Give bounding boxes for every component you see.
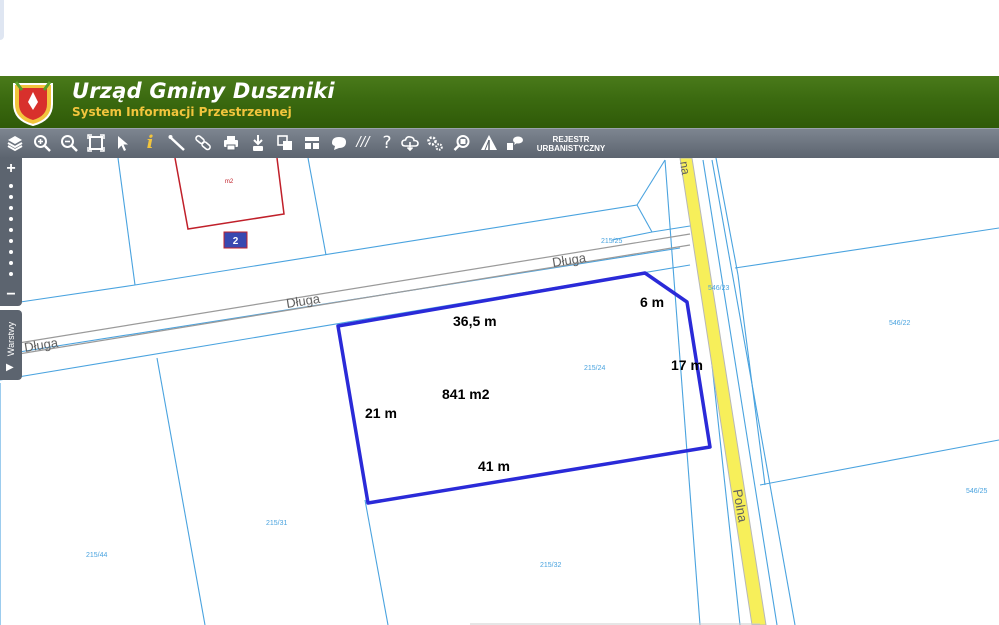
- parcel-number: 215/31: [266, 520, 288, 527]
- help-icon[interactable]: ?: [376, 132, 398, 154]
- zoom-in-icon[interactable]: [31, 132, 53, 154]
- parcel-number: 215/32: [540, 562, 562, 569]
- window-corner: [0, 0, 4, 40]
- map-canvas[interactable]: m2 2 Długa Długa Długa na Polna 215/25 5…: [0, 158, 999, 625]
- rejestr-line1: REJESTR: [552, 135, 590, 144]
- rejestr-urbanistyczny-button[interactable]: REJESTR URBANISTYCZNY: [532, 135, 610, 153]
- measurement-left-edge: 21 m: [365, 405, 397, 421]
- layout-icon[interactable]: [301, 132, 323, 154]
- expand-arrow-icon: ▶: [6, 362, 14, 373]
- layers-panel-tab[interactable]: Warstwy ▶: [0, 310, 22, 380]
- page-subtitle: System Informacji Przestrzennej: [72, 105, 292, 119]
- page-title: Urząd Gminy Duszniki: [72, 79, 335, 103]
- zoom-out-icon[interactable]: [58, 132, 80, 154]
- layers-icon[interactable]: [4, 132, 26, 154]
- building-number: 2: [233, 236, 239, 247]
- parcel-number: 215/25: [601, 238, 623, 245]
- hatch-icon[interactable]: ///: [352, 132, 374, 154]
- layers-tab-label: Warstwy: [6, 321, 16, 357]
- header-banner: Urząd Gminy Duszniki System Informacji P…: [0, 76, 999, 128]
- copy-icon[interactable]: [274, 132, 296, 154]
- zoom-level-dot[interactable]: [9, 261, 13, 265]
- measurement-top-edge: 36,5 m: [453, 313, 497, 329]
- measurement-area: 841 m2: [442, 386, 490, 402]
- measure-distance-icon[interactable]: [166, 132, 188, 154]
- building-label: m2: [225, 179, 234, 185]
- zoom-level-dot[interactable]: [9, 250, 13, 254]
- area-icon[interactable]: [328, 132, 350, 154]
- measurement-right-edge: 17 m: [671, 357, 703, 373]
- zoom-level-dot[interactable]: [9, 217, 13, 221]
- parcel-number: 546/23: [708, 285, 730, 292]
- link-icon[interactable]: [193, 132, 215, 154]
- top-blank-area: [0, 0, 999, 76]
- measurement-corner-edge: 6 m: [640, 294, 664, 310]
- zoom-control: + −: [0, 158, 22, 306]
- select-arrow-icon[interactable]: [112, 132, 134, 154]
- print-icon[interactable]: [220, 132, 242, 154]
- parcel-number: 546/22: [889, 320, 911, 327]
- map-toolbar: i /// ? REJESTR URBANISTYCZNY: [0, 128, 999, 158]
- zoom-level-dot[interactable]: [9, 206, 13, 210]
- street-label-polna: na: [677, 160, 693, 176]
- zoom-level-dot[interactable]: [9, 195, 13, 199]
- rejestr-line2: URBANISTYCZNY: [536, 144, 606, 153]
- settings-icon[interactable]: [424, 132, 446, 154]
- info-icon[interactable]: i: [139, 132, 161, 154]
- parcel-number: 215/24: [584, 365, 606, 372]
- search-parcel-icon[interactable]: [451, 132, 473, 154]
- zoom-level-dot[interactable]: [9, 184, 13, 188]
- measurement-bottom-edge: 41 m: [478, 458, 510, 474]
- zoom-level-dot[interactable]: [9, 239, 13, 243]
- cloud-icon[interactable]: [399, 132, 421, 154]
- zoom-in-button[interactable]: +: [0, 160, 22, 178]
- coat-of-arms-icon: [13, 81, 53, 126]
- zoom-level-dot[interactable]: [9, 228, 13, 232]
- parcel-number: 546/25: [966, 488, 988, 495]
- zoom-level-dot[interactable]: [9, 272, 13, 276]
- warning-icon[interactable]: [478, 132, 500, 154]
- zoom-extent-icon[interactable]: [85, 132, 107, 154]
- parcel-number: 215/44: [86, 552, 108, 559]
- download-icon[interactable]: [247, 132, 269, 154]
- comment-icon[interactable]: [504, 132, 526, 154]
- zoom-out-button[interactable]: −: [0, 286, 22, 304]
